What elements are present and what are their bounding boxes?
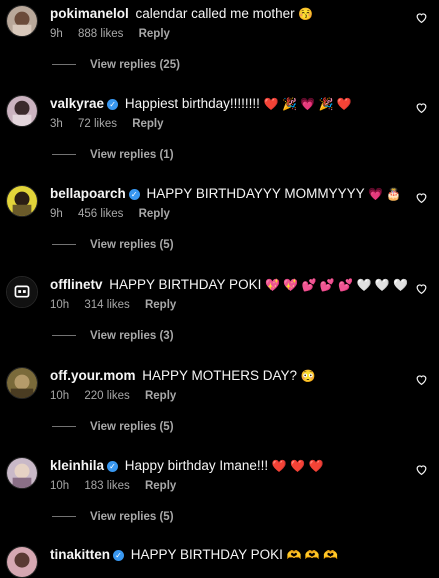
divider <box>52 244 76 246</box>
comment-username[interactable]: offlinetv <box>50 277 103 292</box>
view-replies-label: View replies (5) <box>90 239 174 251</box>
comment-emoji: 🫶 🫶 🫶 <box>286 548 339 562</box>
likes-count[interactable]: 314 likes <box>84 299 129 311</box>
comment-text: Happiest birthday!!!!!!!! <box>124 96 260 111</box>
comment-username[interactable]: tinakitten <box>50 547 110 562</box>
avatar[interactable] <box>6 546 38 578</box>
view-replies-button[interactable]: View replies (1) <box>52 149 174 161</box>
divider <box>52 335 76 337</box>
comment-emoji: 😳 <box>300 369 316 383</box>
heart-icon[interactable] <box>415 101 428 114</box>
comment-username[interactable]: off.your.mom <box>50 368 136 383</box>
heart-icon[interactable] <box>415 373 428 386</box>
comment-emoji: 💖 💖 💕 💕 💕 🤍 🤍 🤍 <box>265 278 408 292</box>
comment-time: 10h <box>50 480 70 492</box>
divider <box>52 426 76 428</box>
comment-line: tinakitten ✓ HAPPY BIRTHDAY POKI 🫶 🫶 🫶 <box>50 546 390 564</box>
likes-count[interactable]: 220 likes <box>84 390 129 402</box>
comment-username[interactable]: kleinhila <box>50 458 104 473</box>
comment-time: 10h <box>50 299 70 311</box>
reply-button[interactable]: Reply <box>145 480 176 492</box>
likes-count[interactable]: 72 likes <box>78 118 117 130</box>
comment-time: 9h <box>50 208 63 220</box>
view-replies-label: View replies (1) <box>90 149 174 161</box>
divider <box>52 64 76 66</box>
comment-text: HAPPY MOTHERS DAY? <box>142 368 298 383</box>
verified-badge-icon: ✓ <box>113 550 125 561</box>
view-replies-button[interactable]: View replies (5) <box>52 421 174 433</box>
divider <box>52 516 76 518</box>
avatar[interactable] <box>6 276 38 308</box>
avatar[interactable] <box>6 95 38 127</box>
comment-line: kleinhila ✓ Happy birthday Imane!!! ❤️ ❤️… <box>50 457 390 475</box>
comment-meta: 10h 314 likes Reply <box>50 299 188 311</box>
comment-text: HAPPY BIRTHDAY POKI <box>130 547 283 562</box>
comment-line: bellapoarch ✓ HAPPY BIRTHDAYYY MOMMYYYY 💗… <box>50 185 401 203</box>
avatar[interactable] <box>6 5 38 37</box>
comment-username[interactable]: pokimanelol <box>50 6 129 21</box>
avatar[interactable] <box>6 367 38 399</box>
heart-icon[interactable] <box>415 282 428 295</box>
reply-button[interactable]: Reply <box>145 390 176 402</box>
verified-badge-icon: ✓ <box>128 189 140 200</box>
comment-text: calendar called me mother <box>135 6 295 21</box>
reply-button[interactable]: Reply <box>139 28 170 40</box>
view-replies-button[interactable]: View replies (25) <box>52 59 180 71</box>
comment-text: HAPPY BIRTHDAY POKI <box>109 277 262 292</box>
view-replies-button[interactable]: View replies (5) <box>52 239 174 251</box>
verified-badge-icon: ✓ <box>107 461 119 472</box>
likes-count[interactable]: 456 likes <box>78 208 123 220</box>
comment-emoji: ❤️ 🎉 💗 🎉 ❤️ <box>263 97 352 111</box>
comment-meta: 10h 220 likes Reply <box>50 390 188 402</box>
reply-button[interactable]: Reply <box>145 299 176 311</box>
view-replies-label: View replies (3) <box>90 330 174 342</box>
comment-time: 3h <box>50 118 63 130</box>
comment-emoji: ❤️ ❤️ ❤️ <box>271 459 324 473</box>
comment-username[interactable]: valkyrae <box>50 96 104 111</box>
comment-time: 10h <box>50 390 70 402</box>
comment-text: Happy birthday Imane!!! <box>124 458 269 473</box>
comment-emoji: 😚 <box>298 7 314 21</box>
view-replies-button[interactable]: View replies (3) <box>52 330 174 342</box>
comment-meta: 9h 456 likes Reply <box>50 208 182 220</box>
view-replies-label: View replies (25) <box>90 59 180 71</box>
avatar[interactable] <box>6 457 38 489</box>
view-replies-label: View replies (5) <box>90 511 174 523</box>
reply-button[interactable]: Reply <box>132 118 163 130</box>
comment-meta: 9h 888 likes Reply <box>50 28 182 40</box>
likes-count[interactable]: 183 likes <box>84 480 129 492</box>
comment-line: offlinetv HAPPY BIRTHDAY POKI 💖 💖 💕 💕 💕 … <box>50 276 408 294</box>
comment-line: off.your.mom HAPPY MOTHERS DAY? 😳 <box>50 367 390 385</box>
comment-meta: 10h 183 likes Reply <box>50 480 188 492</box>
heart-icon[interactable] <box>415 463 428 476</box>
heart-icon[interactable] <box>415 11 428 24</box>
avatar[interactable] <box>6 185 38 217</box>
comment-time: 9h <box>50 28 63 40</box>
comment-meta: 3h 72 likes Reply <box>50 118 176 130</box>
comment-line: valkyrae ✓ Happiest birthday!!!!!!!! ❤️ 🎉… <box>50 95 390 113</box>
divider <box>52 154 76 156</box>
comment-text: HAPPY BIRTHDAYYY MOMMYYYY <box>146 186 365 201</box>
comment-line: pokimanelol calendar called me mother 😚 <box>50 5 390 23</box>
likes-count[interactable]: 888 likes <box>78 28 123 40</box>
comment-username[interactable]: bellapoarch <box>50 186 126 201</box>
reply-button[interactable]: Reply <box>139 208 170 220</box>
verified-badge-icon: ✓ <box>107 99 119 110</box>
heart-icon[interactable] <box>415 191 428 204</box>
view-replies-label: View replies (5) <box>90 421 174 433</box>
view-replies-button[interactable]: View replies (5) <box>52 511 174 523</box>
comment-emoji: 💗 🎂 <box>368 187 402 201</box>
